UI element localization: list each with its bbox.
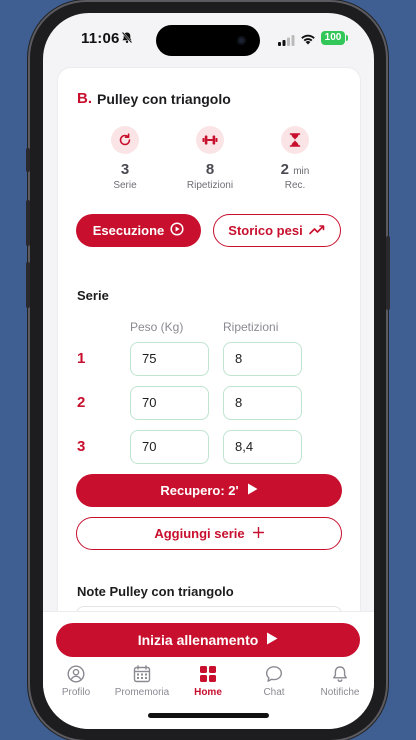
tab-reminders-label: Promemoria [114, 687, 170, 698]
camera-icon [237, 36, 246, 45]
bell-slash-icon [121, 31, 133, 49]
add-set-button[interactable]: Aggiungi serie [76, 517, 342, 550]
refresh-icon [111, 126, 139, 154]
play-icon [247, 483, 258, 498]
stat-sets: 3 Serie [80, 126, 170, 191]
dynamic-island [156, 25, 260, 56]
set-number-2: 2 [77, 394, 86, 411]
tab-notifications-label: Notifiche [320, 687, 360, 698]
weight-history-button[interactable]: Storico pesi [213, 214, 341, 247]
reps-column-header: Ripetizioni [223, 320, 279, 334]
tab-notifications[interactable]: Notifiche [307, 664, 373, 698]
home-indicator [148, 713, 269, 718]
set-number-1: 1 [77, 350, 86, 367]
stat-reps-value: 8 [205, 161, 215, 178]
recovery-timer-button[interactable]: Recupero: 2' [76, 474, 342, 507]
mute-switch [26, 148, 30, 172]
tab-profile[interactable]: Profilo [43, 664, 109, 698]
signal-icon [278, 33, 295, 51]
workout-scroll-area[interactable]: B. Pulley con triangolo 3 Serie 8 Ripeti… [43, 65, 374, 625]
tab-bar: Profilo Promemoria Home Chat Notifiche [43, 664, 374, 706]
exercise-title: Pulley con triangolo [97, 91, 231, 107]
add-set-label: Aggiungi serie [154, 526, 245, 541]
calendar-icon [109, 664, 175, 684]
weight-column-header: Peso (Kg) [130, 320, 184, 334]
bell-icon [307, 664, 373, 684]
stat-rest: 2 min Rec. [250, 126, 340, 191]
execution-button-label: Esecuzione [92, 223, 165, 238]
stat-sets-value: 3 [120, 161, 130, 178]
status-bar: 11:06 100 [43, 13, 374, 65]
volume-down-button [26, 262, 30, 308]
status-time: 11:06 [81, 30, 120, 47]
tab-chat-label: Chat [263, 687, 285, 698]
set-number-3: 3 [77, 438, 86, 455]
start-workout-label: Inizia allenamento [137, 632, 259, 648]
notes-title: Note Pulley con triangolo [77, 584, 234, 599]
set-2-weight-input[interactable]: 70 [130, 386, 209, 420]
set-1-weight-input[interactable]: 75 [130, 342, 209, 376]
profile-icon [43, 664, 109, 684]
execution-button[interactable]: Esecuzione [76, 214, 201, 247]
bottom-panel: Inizia allenamento Profilo Promemoria Ho… [43, 611, 374, 729]
tab-reminders[interactable]: Promemoria [109, 664, 175, 698]
play-icon [266, 632, 278, 648]
start-workout-button[interactable]: Inizia allenamento [56, 623, 360, 657]
tab-chat[interactable]: Chat [241, 664, 307, 698]
recovery-timer-label: Recupero: 2' [160, 483, 239, 498]
set-2-reps-input[interactable]: 8 [223, 386, 302, 420]
stat-reps-label: Ripetizioni [186, 180, 234, 191]
hourglass-icon [281, 126, 309, 154]
exercise-letter: B. [77, 90, 92, 107]
stat-reps: 8 Ripetizioni [165, 126, 255, 191]
set-3-weight-input[interactable]: 70 [130, 430, 209, 464]
exercise-card: B. Pulley con triangolo 3 Serie 8 Ripeti… [57, 67, 361, 625]
sets-section-title: Serie [77, 288, 109, 303]
play-circle-icon [170, 222, 184, 239]
trend-chart-icon [308, 223, 326, 238]
set-3-reps-input[interactable]: 8,4 [223, 430, 302, 464]
wifi-icon [300, 32, 316, 50]
stat-rest-value: 2 min [280, 161, 310, 178]
home-grid-icon [175, 664, 241, 684]
weight-history-button-label: Storico pesi [228, 223, 303, 238]
plus-icon [252, 526, 264, 541]
battery-indicator: 100 [321, 31, 348, 45]
chat-icon [241, 664, 307, 684]
tab-profile-label: Profilo [61, 687, 91, 698]
tab-home-label: Home [194, 687, 222, 698]
dumbbell-icon [196, 126, 224, 154]
volume-up-button [26, 200, 30, 246]
set-1-reps-input[interactable]: 8 [223, 342, 302, 376]
stat-rest-label: Rec. [284, 180, 306, 191]
stat-sets-label: Serie [113, 180, 137, 191]
power-button [386, 236, 390, 310]
phone-screen: 11:06 100 B. Pulley con triangolo 3 Seri… [43, 13, 374, 729]
tab-home[interactable]: Home [175, 664, 241, 698]
